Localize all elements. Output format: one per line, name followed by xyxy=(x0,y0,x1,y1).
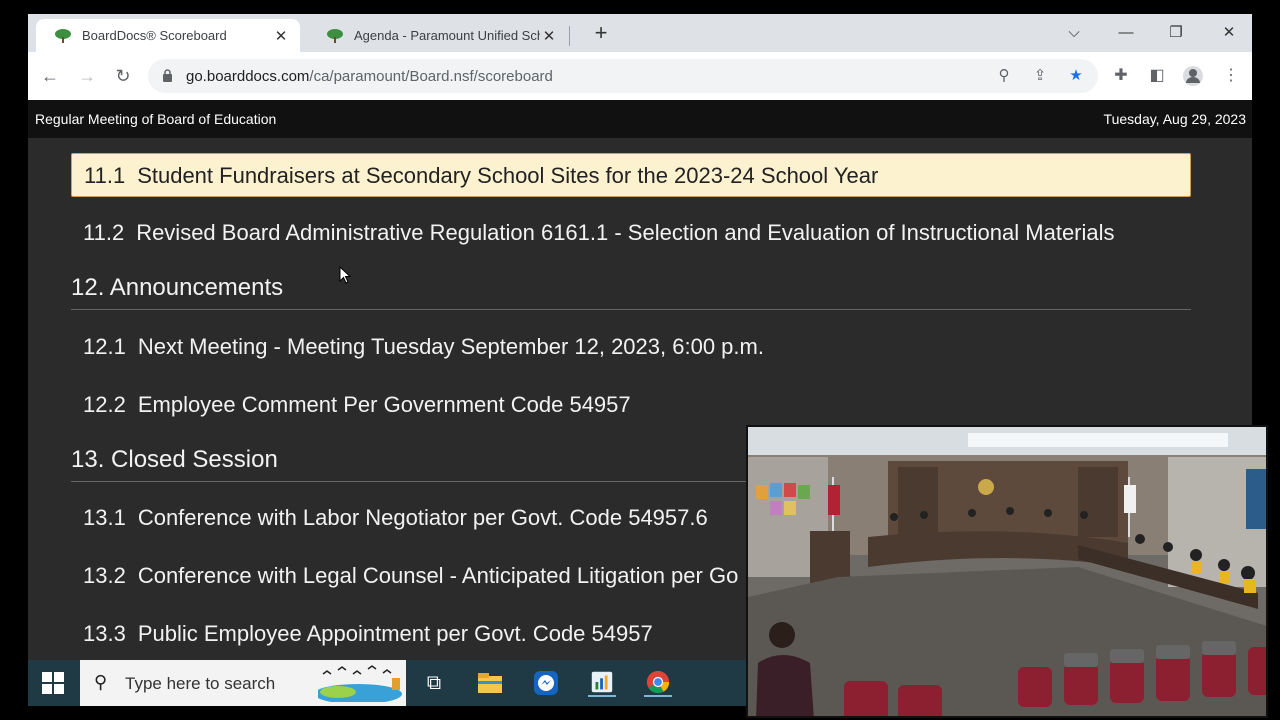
item-text: Employee Comment Per Government Code 549… xyxy=(137,392,631,417)
item-text: Revised Board Administrative Regulation … xyxy=(136,220,1115,245)
bookmark-star-icon[interactable]: ★ xyxy=(1066,67,1086,85)
item-text: Next Meeting - Meeting Tuesday September… xyxy=(137,334,764,359)
new-tab-icon[interactable]: + xyxy=(590,20,612,46)
tab-search-chevron-icon[interactable]: ⌵ xyxy=(1054,20,1094,46)
search-icon: ⚲ xyxy=(94,672,108,692)
close-window-icon[interactable]: ✕ xyxy=(1209,20,1249,46)
more-menu-icon[interactable]: ⋮ xyxy=(1220,65,1242,87)
file-explorer-icon[interactable] xyxy=(476,669,504,697)
meeting-date: Tuesday, Aug 29, 2023 xyxy=(1103,111,1246,127)
tab-boarddocs-scoreboard[interactable]: BoardDocs® Scoreboard ✕ xyxy=(36,19,300,52)
reload-icon[interactable]: ↻ xyxy=(111,64,135,88)
tab-close-icon[interactable]: ✕ xyxy=(272,27,290,45)
lock-icon xyxy=(163,69,172,82)
meeting-header: Regular Meeting of Board of Education Tu… xyxy=(28,100,1252,138)
agenda-item-12-1[interactable]: 12.1 Next Meeting - Meeting Tuesday Septe… xyxy=(71,325,1191,369)
zoom-icon[interactable]: ⚲ xyxy=(994,67,1014,85)
item-number: 11.2 xyxy=(83,220,125,245)
tab-agenda[interactable]: Agenda - Paramount Unified Sch ✕ xyxy=(308,19,568,52)
chrome-icon[interactable] xyxy=(644,669,672,697)
forward-arrow-icon[interactable]: → xyxy=(75,64,99,88)
item-number: 11.1 xyxy=(84,163,126,188)
extensions-icon[interactable]: ✚ xyxy=(1110,65,1132,87)
share-icon[interactable]: ⇪ xyxy=(1030,67,1050,85)
tree-favicon-icon xyxy=(327,28,343,43)
url-host: go.boarddocs.com xyxy=(186,68,310,85)
tab-separator xyxy=(569,26,570,46)
url-path: /ca/paramount/Board.nsf/scoreboard xyxy=(309,68,553,85)
item-number: 13.1 xyxy=(83,505,126,530)
task-view-icon[interactable]: ⧉ xyxy=(420,669,448,697)
tab-title: Agenda - Paramount Unified Sch xyxy=(354,28,540,43)
item-number: 13.2 xyxy=(83,563,126,588)
tab-title: BoardDocs® Scoreboard xyxy=(82,28,227,43)
video-frame: BoardDocs® Scoreboard ✕ Agenda - Paramou… xyxy=(0,0,1280,720)
back-arrow-icon[interactable]: ← xyxy=(38,64,62,88)
item-text: Student Fundraisers at Secondary School … xyxy=(137,163,879,188)
agenda-item-11-2[interactable]: 11.2 Revised Board Administrative Regulat… xyxy=(71,211,1191,255)
side-panel-icon[interactable]: ◧ xyxy=(1146,65,1168,87)
tab-close-icon[interactable]: ✕ xyxy=(540,27,558,45)
item-number: 12.1 xyxy=(83,334,126,359)
search-highlight-art-icon xyxy=(318,665,402,702)
browser-toolbar: ← → ↻ go.boarddocs.com/ca/paramount/Boar… xyxy=(28,52,1252,100)
restore-icon[interactable]: ❐ xyxy=(1156,20,1196,46)
windows-start-icon[interactable] xyxy=(42,672,64,694)
item-number: 12.2 xyxy=(83,392,126,417)
tree-favicon-icon xyxy=(55,28,71,43)
url-text: go.boarddocs.com/ca/paramount/Board.nsf/… xyxy=(186,68,553,85)
section-heading-announcements: 12. Announcements xyxy=(71,266,1191,310)
messenger-icon[interactable] xyxy=(532,669,560,697)
meeting-video-overlay xyxy=(746,425,1268,718)
browser-tab-strip: BoardDocs® Scoreboard ✕ Agenda - Paramou… xyxy=(28,14,1252,52)
mouse-cursor-icon xyxy=(339,266,351,284)
app-icon[interactable] xyxy=(588,669,616,697)
address-bar[interactable]: go.boarddocs.com/ca/paramount/Board.nsf/… xyxy=(148,59,1098,93)
boardroom-video-image xyxy=(748,427,1266,716)
item-text: Conference with Labor Negotiator per Gov… xyxy=(137,505,708,530)
agenda-item-11-1[interactable]: 11.1 Student Fundraisers at Secondary Sch… xyxy=(71,153,1191,197)
meeting-title: Regular Meeting of Board of Education xyxy=(35,111,277,127)
item-text: Public Employee Appointment per Govt. Co… xyxy=(137,621,653,646)
taskbar-search-box[interactable]: ⚲ Type here to search xyxy=(80,660,406,706)
item-text: Conference with Legal Counsel - Anticipa… xyxy=(137,563,739,588)
profile-avatar-icon[interactable] xyxy=(1182,65,1204,87)
item-number: 13.3 xyxy=(83,621,126,646)
search-placeholder: Type here to search xyxy=(125,674,276,693)
agenda-item-12-2[interactable]: 12.2 Employee Comment Per Government Code… xyxy=(71,383,1191,427)
minimize-icon[interactable]: — xyxy=(1106,20,1146,46)
